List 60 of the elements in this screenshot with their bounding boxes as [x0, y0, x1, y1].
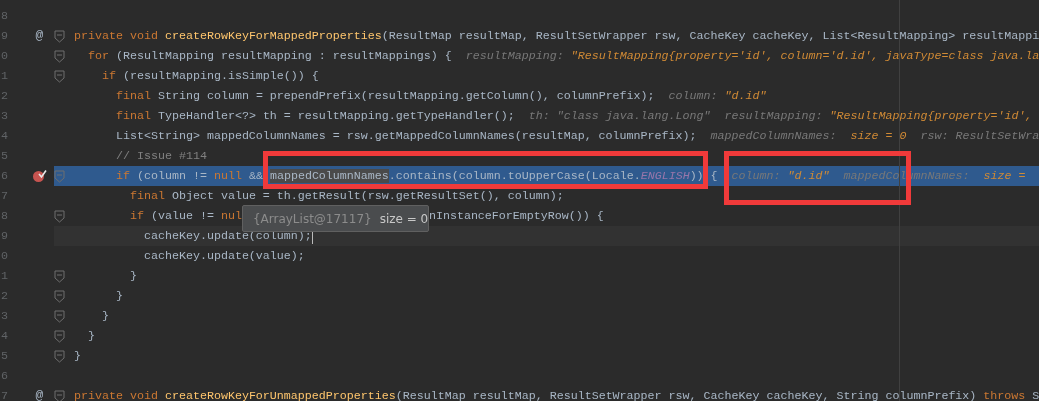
inline-value-hint: column: "d.id" [668, 88, 767, 105]
line-number: 2 [1, 289, 8, 303]
inline-value-hint: mappedColumnNames: size = 0 [710, 128, 907, 145]
inline-value-hint: resultMapping: "ResultMapping{property='id', column='d.id', javaType=class java.la [465, 48, 1039, 65]
code-line: if (resultMapping.isSimple()) { [100, 68, 319, 85]
code-line: } [74, 348, 81, 365]
code-line: // Issue #114 [114, 148, 207, 165]
inline-value-hint: th: "class java.lang.Long" [528, 108, 711, 125]
line-number: 0 [1, 49, 8, 63]
line-number: 4 [1, 129, 8, 143]
fold-icon[interactable] [54, 69, 65, 83]
fold-icon[interactable] [54, 389, 65, 401]
fold-icon[interactable] [54, 269, 65, 283]
line-number: 9 [1, 29, 8, 43]
inline-value-hint: column: "d.id" [731, 168, 830, 185]
inline-value-hint: rsw: ResultSetWra [920, 128, 1039, 145]
line-number: 3 [1, 309, 8, 323]
breakpoint-icon[interactable] [32, 169, 47, 183]
line-number: 3 [1, 109, 8, 123]
code-line: private void createRowKeyForMappedProperties(ResultMap resultMap, ResultSetWrapper rsw, CacheKey cacheKey, List<ResultMapping> resultMappi [74, 28, 1039, 45]
code-line: final String column = prependPrefix(resultMapping.getColumn(), columnPrefix); [114, 88, 655, 105]
code-line: } [100, 308, 109, 325]
fold-icon[interactable] [54, 289, 65, 303]
code-line: for (ResultMapping resultMapping : resultMappings) { [87, 48, 452, 65]
line-number: 8 [1, 209, 8, 223]
line-number: 2 [1, 89, 8, 103]
override-marker[interactable]: @ [35, 386, 44, 401]
code-line: nInstanceForEmptyRow()) { [428, 208, 604, 225]
line-number: 7 [1, 189, 8, 203]
fold-icon[interactable] [54, 209, 65, 223]
line-number: 9 [1, 229, 8, 243]
tooltip-value: size = 0 [379, 211, 429, 226]
override-marker[interactable]: @ [35, 26, 44, 46]
line-number: 6 [1, 169, 8, 183]
line-number: 6 [1, 369, 8, 383]
code-line: } [114, 288, 123, 305]
line-number: 5 [1, 349, 8, 363]
line-number: 0 [1, 249, 8, 263]
code-line: if (column != null && mappedColumnNames.contains(column.toUpperCase(Locale.ENGLISH)) { [114, 168, 718, 185]
fold-icon[interactable] [54, 49, 65, 63]
code-line: cacheKey.update(value); [142, 248, 305, 265]
code-line: List<String> mappedColumnNames = rsw.getMappedColumnNames(resultMap, columnPrefix); [114, 128, 697, 145]
inline-value-hint: resultMapping: "ResultMapping{property='id', [724, 108, 1033, 125]
line-number: 7 [1, 389, 8, 401]
code-line: if (value != nul [128, 208, 242, 225]
fold-icon[interactable] [54, 349, 65, 363]
tooltip-object: {ArrayList@17117} [252, 211, 372, 226]
line-number: 8 [1, 9, 8, 23]
code-line: } [128, 268, 137, 285]
line-number: 4 [1, 329, 8, 343]
fold-icon[interactable] [54, 169, 65, 183]
code-line: } [87, 328, 95, 345]
fold-icon[interactable] [54, 309, 65, 323]
code-line: cacheKey.update(column); [142, 228, 312, 245]
code-line: private void createRowKeyForUnmappedProperties(ResultMap resultMap, ResultSetWrapper rsw, CacheKey cacheKey, String columnPrefix) throws S [74, 388, 1039, 401]
line-number: 5 [1, 149, 8, 163]
code-line: final Object value = th.getResult(rsw.getResultSet(), column); [128, 188, 564, 205]
fold-icon[interactable] [54, 329, 65, 343]
code-line: final TypeHandler<?> th = resultMapping.getTypeHandler(); [114, 108, 515, 125]
fold-icon[interactable] [54, 29, 65, 43]
